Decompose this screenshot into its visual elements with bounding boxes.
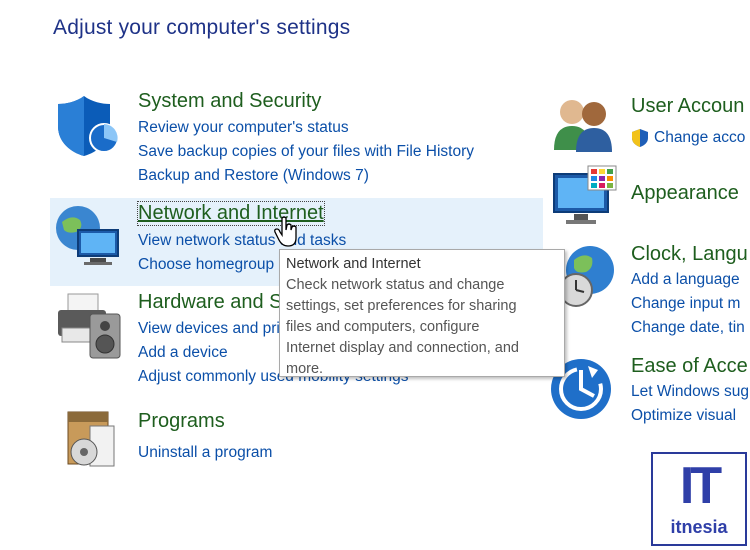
system-security-title[interactable]: System and Security	[138, 90, 321, 113]
printer-speaker-icon[interactable]	[54, 292, 124, 362]
user-accounts-title[interactable]: User Accoun	[631, 95, 744, 118]
file-history-link[interactable]: Save backup copies of your files with Fi…	[138, 143, 474, 161]
network-tooltip: Network and Internet Check network statu…	[279, 249, 565, 377]
network-status-link[interactable]: View network status and tasks	[138, 232, 346, 250]
tooltip-line: more.	[286, 361, 324, 377]
let-windows-suggest-link[interactable]: Let Windows sug	[631, 383, 749, 401]
tooltip-title: Network and Internet	[286, 256, 421, 272]
tooltip-line: Internet display and connection, and	[286, 340, 519, 356]
change-account-link[interactable]: Change acco	[654, 129, 745, 147]
clock-globe-icon[interactable]	[560, 244, 620, 310]
appearance-title[interactable]: Appearance	[631, 182, 739, 205]
appearance-monitor-icon[interactable]	[550, 164, 620, 230]
change-date-link[interactable]: Change date, tin	[631, 319, 745, 337]
programs-box-icon[interactable]	[62, 408, 118, 472]
backup-restore-link[interactable]: Backup and Restore (Windows 7)	[138, 167, 369, 185]
itnesia-logo: IT itnesia	[651, 452, 747, 546]
review-status-link[interactable]: Review your computer's status	[138, 119, 349, 137]
hand-cursor-icon	[274, 216, 297, 247]
logo-text: itnesia	[670, 517, 728, 537]
optimize-visual-link[interactable]: Optimize visual	[631, 407, 736, 425]
tooltip-line: files and computers, configure	[286, 319, 480, 335]
page-title: Adjust your computer's settings	[53, 16, 351, 39]
uninstall-program-link[interactable]: Uninstall a program	[138, 444, 272, 462]
add-device-link[interactable]: Add a device	[138, 344, 228, 362]
ease-of-access-title[interactable]: Ease of Acce	[631, 355, 748, 378]
clock-language-title[interactable]: Clock, Langu	[631, 243, 748, 266]
shield-icon[interactable]	[56, 92, 122, 158]
users-icon[interactable]	[550, 94, 616, 154]
add-language-link[interactable]: Add a language	[631, 271, 740, 289]
tooltip-line: Check network status and change	[286, 277, 505, 293]
tooltip-line: settings, set preferences for sharing	[286, 298, 517, 314]
logo-mark: IT	[679, 457, 722, 515]
uac-shield-icon	[632, 129, 648, 147]
programs-title[interactable]: Programs	[138, 410, 225, 433]
change-input-link[interactable]: Change input m	[631, 295, 740, 313]
network-globe-icon[interactable]	[54, 204, 124, 268]
